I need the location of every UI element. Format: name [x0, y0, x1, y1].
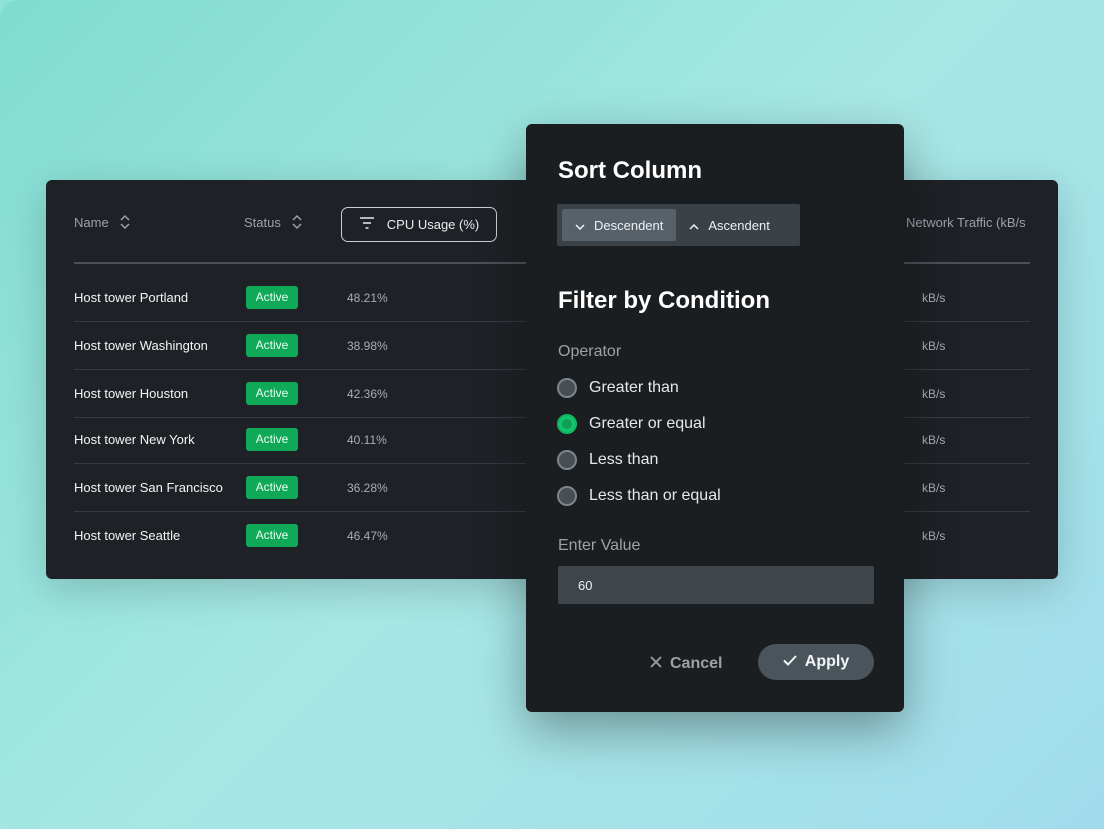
- cancel-label: Cancel: [670, 655, 723, 672]
- cpu-value: 46.47%: [347, 529, 388, 543]
- close-icon: [650, 655, 662, 673]
- cancel-button[interactable]: Cancel: [650, 646, 722, 682]
- cpu-value: 42.36%: [347, 387, 388, 401]
- network-value: kB/s: [922, 291, 946, 305]
- cpu-value: 38.98%: [347, 339, 388, 353]
- operator-option-greater-or-equal[interactable]: Greater or equal: [557, 414, 706, 434]
- network-value: kB/s: [922, 481, 946, 495]
- check-icon: [783, 653, 797, 671]
- cpu-value: 36.28%: [347, 481, 388, 495]
- operator-option-less-than[interactable]: Less than: [557, 450, 658, 470]
- sort-updown-icon: [119, 214, 131, 230]
- operator-option-label: Greater than: [589, 379, 679, 396]
- status-badge: Active: [246, 524, 298, 547]
- network-value: kB/s: [922, 433, 946, 447]
- sort-ascending-button[interactable]: Ascendent: [676, 209, 782, 241]
- operator-option-label: Less than: [589, 451, 659, 468]
- filter-icon: [359, 217, 375, 232]
- operator-option-less-or-equal[interactable]: Less than or equal: [557, 486, 721, 506]
- status-badge: Active: [246, 382, 298, 405]
- column-header-network[interactable]: Network Traffic (kB/s: [906, 180, 1026, 264]
- network-value: kB/s: [922, 387, 946, 401]
- column-header-cpu[interactable]: CPU Usage (%): [341, 207, 497, 242]
- column-header-name[interactable]: Name: [74, 180, 131, 264]
- sort-descending-label: Descendent: [594, 217, 664, 233]
- value-label: Enter Value: [558, 537, 641, 554]
- filter-title: Filter by Condition: [558, 287, 770, 314]
- status-badge: Active: [246, 286, 298, 309]
- apply-label: Apply: [804, 653, 850, 670]
- column-header-status[interactable]: Status: [244, 180, 303, 264]
- sort-updown-icon: [291, 214, 303, 230]
- status-badge: Active: [246, 334, 298, 357]
- value-input[interactable]: [558, 566, 874, 604]
- network-value: kB/s: [922, 339, 946, 353]
- apply-button[interactable]: Apply: [758, 644, 874, 680]
- operator-option-label: Greater or equal: [589, 415, 706, 432]
- column-header-status-label: Status: [244, 214, 281, 230]
- host-name: Host tower San Francisco: [74, 480, 223, 495]
- cpu-value: 40.11%: [347, 433, 387, 447]
- status-badge: Active: [246, 428, 298, 451]
- sort-ascending-label: Ascendent: [708, 217, 770, 233]
- column-header-network-label: Network Traffic (kB/s: [906, 214, 1026, 230]
- cpu-value: 48.21%: [347, 291, 388, 305]
- host-name: Host tower Houston: [74, 386, 189, 401]
- sort-descending-button[interactable]: Descendent: [562, 209, 677, 241]
- column-header-cpu-label: CPU Usage (%): [386, 217, 480, 232]
- radio-button[interactable]: [557, 378, 577, 398]
- chevron-down-icon: [575, 218, 585, 233]
- sort-column-title: Sort Column: [558, 157, 702, 184]
- radio-button[interactable]: [557, 486, 577, 506]
- operator-option-greater-than[interactable]: Greater than: [557, 378, 679, 398]
- radio-button-selected[interactable]: [557, 414, 577, 434]
- operator-label: Operator: [558, 343, 622, 360]
- sort-direction-toggle: Descendent Ascendent: [557, 204, 800, 246]
- host-name: Host tower Washington: [74, 338, 208, 353]
- status-badge: Active: [246, 476, 298, 499]
- operator-option-label: Less than or equal: [589, 487, 721, 504]
- column-header-name-label: Name: [74, 214, 109, 230]
- host-name: Host tower New York: [74, 432, 195, 447]
- network-value: kB/s: [922, 529, 946, 543]
- radio-button[interactable]: [557, 450, 577, 470]
- host-name: Host tower Portland: [74, 290, 189, 305]
- chevron-up-icon: [689, 218, 699, 233]
- sort-filter-popover: Sort Column Descendent Ascendent Filter …: [526, 124, 904, 712]
- host-name: Host tower Seattle: [74, 528, 181, 543]
